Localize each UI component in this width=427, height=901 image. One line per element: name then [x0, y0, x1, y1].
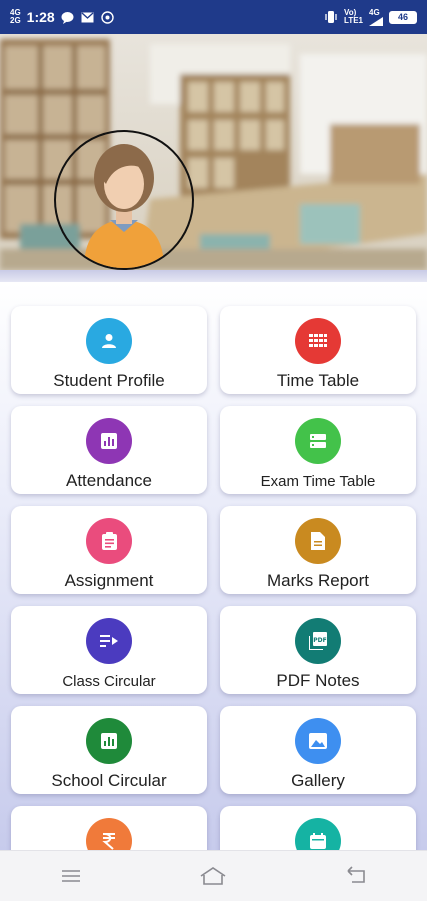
- back-icon: [347, 866, 365, 883]
- gallery-tile[interactable]: Gallery: [220, 706, 416, 794]
- vibrate-icon: [324, 10, 338, 24]
- assignment-label: Assignment: [64, 571, 154, 590]
- signal-indicator: 4G: [369, 7, 383, 26]
- home-icon: [201, 867, 226, 885]
- pdf-notes-label: PDF Notes: [276, 671, 360, 690]
- header-divider: [0, 270, 427, 282]
- home-button[interactable]: [193, 861, 233, 891]
- student-profile-label: Student Profile: [53, 371, 165, 390]
- chart-icon: [86, 718, 132, 764]
- hamburger-icon: [62, 870, 81, 882]
- avatar-person-icon: [84, 144, 164, 268]
- signal-icon: [369, 16, 383, 26]
- marks-report-label: Marks Report: [266, 571, 370, 590]
- pdf-notes-tile[interactable]: PDF PDF Notes: [220, 606, 416, 694]
- network-label-bottom: 2G: [10, 16, 21, 25]
- volte-indicator: Vo) LTE1: [344, 9, 363, 25]
- student-profile-tile[interactable]: Student Profile: [11, 306, 207, 394]
- battery-level: 46: [397, 12, 408, 22]
- document-icon: [295, 518, 341, 564]
- status-bar: 4G 2G 1:28 Vo) LTE1 4G 46: [0, 0, 427, 34]
- exam-time-table-tile[interactable]: Exam Time Table: [220, 406, 416, 494]
- network-indicator-left: 4G 2G: [10, 9, 21, 25]
- list-icon: [295, 418, 341, 464]
- system-navigation-bar: [0, 850, 427, 901]
- menu-grid: Student Profile Time Table Attendance Ex…: [0, 282, 427, 850]
- header-banner-image: [0, 34, 427, 270]
- time-table-tile[interactable]: Time Table: [220, 306, 416, 394]
- marks-report-tile[interactable]: Marks Report: [220, 506, 416, 594]
- rupee-icon: [86, 818, 132, 850]
- school-circular-label: School Circular: [51, 771, 167, 790]
- battery-icon: 46: [389, 10, 417, 24]
- calendar-tile[interactable]: [220, 806, 416, 850]
- fees-tile[interactable]: [11, 806, 207, 850]
- chat-bubble-icon: [61, 10, 75, 24]
- menu-button[interactable]: [51, 861, 91, 891]
- class-circular-label: Class Circular: [62, 673, 156, 690]
- pdf-icon: PDF: [295, 618, 341, 664]
- volte-label-bottom: LTE1: [344, 16, 363, 25]
- image-icon: [295, 718, 341, 764]
- person-icon: [86, 318, 132, 364]
- school-circular-tile[interactable]: School Circular: [11, 706, 207, 794]
- network-label-right: 4G: [369, 7, 380, 17]
- student-avatar[interactable]: [54, 130, 194, 270]
- back-button[interactable]: [336, 861, 376, 891]
- gallery-label: Gallery: [291, 771, 345, 790]
- assignment-tile[interactable]: Assignment: [11, 506, 207, 594]
- exam-time-table-label: Exam Time Table: [260, 473, 376, 490]
- whatsapp-icon: [101, 10, 115, 24]
- grid-icon: [295, 318, 341, 364]
- calendar-icon: [295, 818, 341, 850]
- class-circular-tile[interactable]: Class Circular: [11, 606, 207, 694]
- svg-text:PDF: PDF: [313, 637, 326, 644]
- clipboard-icon: [86, 518, 132, 564]
- mail-icon: [81, 10, 95, 24]
- attendance-tile[interactable]: Attendance: [11, 406, 207, 494]
- chart-icon: [86, 418, 132, 464]
- status-time: 1:28: [26, 9, 55, 25]
- attendance-label: Attendance: [65, 471, 152, 490]
- time-table-label: Time Table: [276, 371, 360, 390]
- circular-icon: [86, 618, 132, 664]
